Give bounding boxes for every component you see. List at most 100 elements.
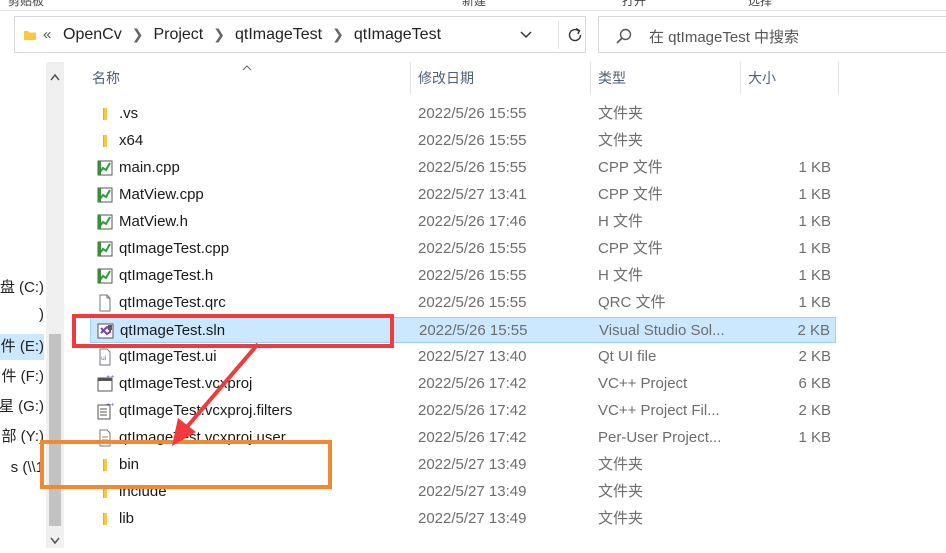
file-row[interactable]: ui qtImageTest.ui 2022/5/27 13:40 Qt UI … [90,344,836,370]
column-header-size[interactable]: 大小 [748,62,776,94]
file-name: main.cpp [119,159,180,176]
ribbon-label-new[interactable]: 新建 [462,0,486,9]
column-header-name[interactable]: 名称 [92,62,120,94]
blank-file-icon [96,294,114,312]
file-row[interactable]: bin 2022/5/27 13:49 文件夹 [90,452,836,478]
column-divider[interactable] [838,62,839,94]
nav-item-drive-e[interactable]: 件 (E:) [0,334,44,360]
navigation-pane: 盘 (C:) ) 件 (E:) 件 (F:) 星 (G:) 部 (Y:) s (… [0,62,44,553]
file-date: 2022/5/26 15:55 [418,105,527,122]
breadcrumb-item[interactable]: qtImageTest [235,26,322,44]
divider [558,21,559,49]
file-date: 2022/5/26 17:42 [418,429,527,446]
nav-item-label: 件 (F:) [1,368,45,385]
file-name: qtImageTest.vcxproj [119,375,253,392]
folder-icon [96,456,114,474]
cpp-file-icon [96,186,114,204]
file-name: qtImageTest.vcxproj.user [119,429,286,446]
file-size: 1 KB [798,429,831,446]
file-type: CPP 文件 [598,240,663,257]
nav-item-network[interactable]: s (\\1 [0,455,44,481]
nav-item-label: 件 (E:) [0,338,44,355]
nav-item-drive-y[interactable]: 部 (Y:) [0,424,44,450]
file-name: lib [119,510,135,527]
breadcrumb-item[interactable]: OpenCv [63,26,122,44]
file-row[interactable]: x64 2022/5/26 15:55 文件夹 [90,128,836,154]
nav-item-drive-f[interactable]: 件 (F:) [0,364,45,390]
file-row[interactable]: qtImageTest.qrc 2022/5/26 15:55 QRC 文件 1… [90,290,836,316]
file-row[interactable]: lib 2022/5/27 13:49 文件夹 [90,506,836,532]
search-icon [615,27,633,50]
nav-item-drive-d[interactable]: ) [0,302,44,328]
h-file-icon [96,213,114,231]
file-type: 文件夹 [598,483,644,500]
folder-icon [23,28,37,47]
file-type: Visual Studio Sol... [599,322,725,339]
refresh-icon[interactable] [566,26,584,49]
file-size: 1 KB [798,267,831,284]
file-type: H 文件 [598,213,644,230]
column-divider[interactable] [740,62,741,94]
user-file-icon [96,429,114,447]
file-name: qtImageTest.qrc [119,294,226,311]
scrollbar-thumb[interactable] [49,334,61,526]
column-header: 名称 修改日期 类型 大小 [78,62,946,94]
file-row[interactable]: ++ qtImageTest.vcxproj 2022/5/26 17:42 V… [90,371,836,397]
file-row[interactable]: qtImageTest.cpp 2022/5/26 15:55 CPP 文件 1… [90,236,836,262]
ribbon-label-open[interactable]: 打开 [622,0,646,9]
nav-item-label: 盘 (C:) [0,279,44,296]
address-bar[interactable]: « OpenCv ❯ Project ❯ qtImageTest ❯ qtIma… [14,16,586,53]
scroll-up-icon[interactable] [50,68,60,86]
file-row[interactable]: ++ qtImageTest.vcxproj.filters 2022/5/26… [90,398,836,424]
folder-icon [96,510,114,528]
file-name: bin [119,456,140,473]
folder-icon [96,132,114,150]
file-type: H 文件 [598,267,644,284]
column-header-date[interactable]: 修改日期 [418,62,474,94]
file-row[interactable]: MatView.h 2022/5/26 17:46 H 文件 1 KB [90,209,836,235]
nav-item-drive-g[interactable]: 星 (G:) [0,394,44,420]
file-row[interactable]: main.cpp 2022/5/26 15:55 CPP 文件 1 KB [90,155,836,181]
file-row[interactable]: qtImageTest.h 2022/5/26 15:55 H 文件 1 KB [90,263,836,289]
file-row[interactable]: qtImageTest.vcxproj.user 2022/5/26 17:42… [90,425,836,451]
file-date: 2022/5/26 15:55 [418,294,527,311]
breadcrumb-item[interactable]: Project [153,26,203,44]
cpp-file-icon [96,240,114,258]
filters-file-icon: ++ [96,402,114,420]
svg-text:++: ++ [106,375,114,380]
breadcrumb-separator-icon[interactable]: ❯ [332,26,344,43]
search-box[interactable]: 在 qtImageTest 中搜索 [598,16,946,53]
ribbon-label-clipboard[interactable]: 剪贴板 [8,0,44,9]
file-type: CPP 文件 [598,186,663,203]
column-header-type[interactable]: 类型 [598,62,626,94]
file-size: 1 KB [798,240,831,257]
column-divider[interactable] [590,62,591,94]
file-size: 1 KB [798,213,831,230]
file-size: 6 KB [798,375,831,392]
nav-item-drive-c[interactable]: 盘 (C:) [0,275,44,301]
file-date: 2022/5/27 13:49 [418,483,527,500]
file-row[interactable]: .vs 2022/5/26 15:55 文件夹 [90,101,836,127]
breadcrumb-item[interactable]: qtImageTest [354,26,441,44]
chevron-down-icon[interactable] [519,27,533,46]
file-type: Qt UI file [598,348,657,365]
file-row[interactable]: MatView.cpp 2022/5/27 13:41 CPP 文件 1 KB [90,182,836,208]
breadcrumb-separator-icon[interactable]: ❯ [213,26,225,43]
breadcrumb-separator-icon[interactable]: ❯ [132,26,144,43]
scroll-down-icon[interactable] [50,532,60,550]
file-row-selected[interactable]: qtImageTest.sln 2022/5/26 15:55 Visual S… [90,317,836,343]
column-divider[interactable] [410,62,411,94]
file-row[interactable]: include 2022/5/27 13:49 文件夹 [90,479,836,505]
overflow-chevron[interactable]: « [43,26,51,43]
file-type: 文件夹 [598,510,644,527]
file-date: 2022/5/27 13:41 [418,186,527,203]
ribbon-strip: 剪贴板 新建 打开 选择 [0,0,946,11]
file-date: 2022/5/26 15:55 [418,267,527,284]
visual-studio-sln-icon [97,322,115,340]
nav-scrollbar[interactable] [46,62,64,548]
file-type: QRC 文件 [598,294,666,311]
ribbon-label-select[interactable]: 选择 [748,0,772,9]
file-type: Per-User Project... [598,429,722,446]
file-size: 2 KB [797,322,830,339]
file-name: .vs [119,105,139,122]
